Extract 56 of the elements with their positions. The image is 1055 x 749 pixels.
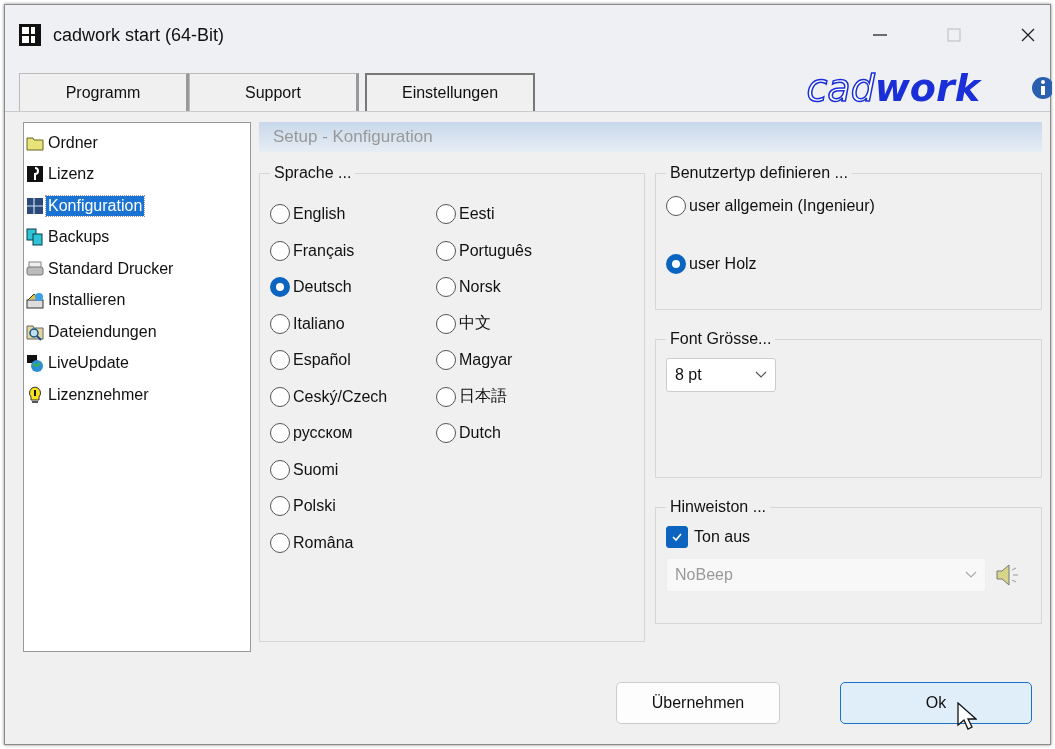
cursor-icon — [957, 702, 977, 730]
info-icon[interactable] — [1030, 75, 1052, 101]
radio-option[interactable]: 中文 — [436, 305, 634, 342]
radio-option[interactable]: Italiano — [270, 305, 436, 342]
sidebar-item[interactable]: Ordner — [46, 132, 100, 153]
sidebar-item[interactable]: Konfiguration — [46, 195, 145, 216]
sidebar-item[interactable]: Installieren — [46, 290, 128, 311]
radio-option[interactable]: Ceský/Czech — [270, 378, 436, 415]
radio-option[interactable]: Suomi — [270, 451, 436, 488]
sidebar-item[interactable]: Lizenz — [46, 164, 97, 185]
tab[interactable]: Einstellungen — [365, 73, 535, 111]
radio-option[interactable]: русском — [270, 415, 436, 452]
radio-option[interactable]: Româna — [270, 524, 436, 561]
sidebar-icon — [26, 385, 44, 404]
radio-option[interactable]: user Holz — [666, 254, 1031, 274]
group-legend: Benutzertyp definieren ... — [666, 164, 852, 182]
dialog-button[interactable]: Übernehmen — [616, 682, 780, 724]
radio-option[interactable]: Deutsch — [270, 269, 436, 306]
chevron-down-icon — [965, 571, 977, 579]
radio-option[interactable]: Português — [436, 232, 634, 269]
tab[interactable]: Support — [189, 73, 359, 111]
sidebar-item[interactable]: Lizenznehmer — [46, 384, 151, 405]
radio-option[interactable]: Norsk — [436, 269, 634, 306]
sidebar-icon — [26, 259, 44, 278]
chevron-down-icon — [755, 371, 767, 379]
sidebar-item[interactable]: Backups — [46, 227, 112, 248]
group-legend: Hinweiston ... — [666, 498, 771, 516]
app-icon — [19, 24, 41, 46]
group-legend: Sprache ... — [270, 164, 356, 182]
logo: cadwork — [806, 69, 980, 107]
group-legend: Font Grösse... — [666, 330, 776, 348]
radio-option[interactable]: Eesti — [436, 196, 634, 233]
radio-option[interactable]: Español — [270, 342, 436, 379]
radio-option[interactable]: user allgemein (Ingenieur) — [666, 196, 1031, 216]
radio-option[interactable]: Dutch — [436, 415, 634, 452]
tab[interactable]: Programm — [19, 73, 189, 111]
sidebar-item[interactable]: Standard Drucker — [46, 258, 176, 279]
radio-option[interactable]: Magyar — [436, 342, 634, 379]
panel-title: Setup - Konfiguration — [259, 122, 1042, 152]
sidebar-icon — [26, 354, 44, 373]
radio-option[interactable]: Polski — [270, 488, 436, 525]
sidebar-icon — [26, 196, 44, 215]
sidebar-icon — [26, 165, 44, 184]
sidebar-icon — [26, 291, 44, 310]
sidebar-item[interactable]: LiveUpdate — [46, 353, 131, 374]
checkbox[interactable]: Ton aus — [666, 526, 1031, 548]
sidebar-icon — [26, 322, 44, 341]
radio-option[interactable]: 日本語 — [436, 378, 634, 415]
radio-option[interactable]: English — [270, 196, 436, 233]
sidebar-icon — [26, 228, 44, 247]
radio-option[interactable]: Français — [270, 232, 436, 269]
dialog-button[interactable]: Ok — [840, 682, 1032, 724]
font-size-dropdown[interactable]: 8 pt — [666, 358, 776, 392]
sidebar-item[interactable]: Dateiendungen — [46, 321, 159, 342]
window-title: cadwork start (64-Bit) — [53, 24, 225, 46]
close-icon[interactable] — [1020, 27, 1036, 43]
